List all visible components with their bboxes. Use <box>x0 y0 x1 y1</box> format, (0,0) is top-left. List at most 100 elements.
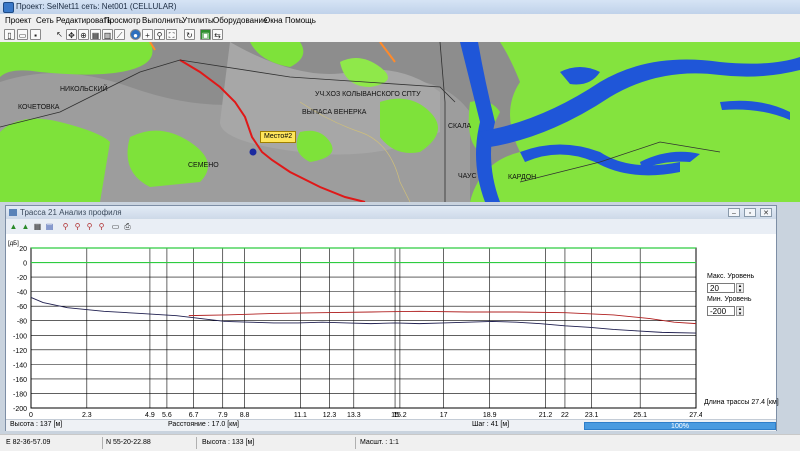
x-tick-label: 6.7 <box>189 412 199 419</box>
step-readout: Шаг : 41 [м] <box>472 421 510 428</box>
progress-bar: 100% <box>584 422 776 430</box>
close-button[interactable]: ✕ <box>760 208 772 217</box>
x-tick-label: 17 <box>440 412 448 419</box>
status-divider <box>102 437 103 449</box>
app-titlebar: Проект: SelNet11 сеть: Net001 (CELLULAR) <box>0 0 800 15</box>
fit-icon[interactable]: ⛶ <box>166 29 177 40</box>
terrain-fill-icon[interactable]: ▲ <box>20 221 31 232</box>
pan-icon[interactable]: ✥ <box>66 29 77 40</box>
max-level-input[interactable]: 20 <box>707 283 735 293</box>
site-callout[interactable]: Место#2 <box>260 131 297 143</box>
antenna-c-icon[interactable]: ⚲ <box>84 221 95 232</box>
map-label-semeno: СЕМЕНО <box>188 162 219 169</box>
x-tick-label: 22 <box>561 412 569 419</box>
y-tick-label: -20 <box>17 275 27 282</box>
x-tick-label: 5.6 <box>162 412 172 419</box>
antenna-b-icon[interactable]: ⚲ <box>72 221 83 232</box>
status-divider <box>355 437 356 449</box>
menu-run[interactable]: Выполнить <box>142 16 183 25</box>
y-tick-label: -140 <box>13 362 27 369</box>
map-label-nikolsky: НИКОЛЬСКИЙ <box>60 86 108 93</box>
measure-icon[interactable]: ⇆ <box>212 29 223 40</box>
window-icon <box>9 209 17 216</box>
y-tick-label: -180 <box>13 391 27 398</box>
x-tick-label: 8.8 <box>240 412 250 419</box>
profile-toolbar: ▲ ▲ ▦ ▤ ⚲ ⚲ ⚲ ⚲ ▭ ⎙ <box>6 220 776 234</box>
height-readout: Высота : 137 [м] <box>10 421 63 428</box>
status-divider <box>196 437 197 449</box>
max-level-spinner[interactable]: ▴ ▾ <box>736 283 744 294</box>
zoom-icon[interactable]: ⊕ <box>78 29 89 40</box>
y-tick-label: -80 <box>17 319 27 326</box>
y-tick-label: -100 <box>13 333 27 340</box>
app-icon <box>3 2 14 13</box>
map-label-kardon: КАРДОН <box>508 174 537 181</box>
x-tick-label: 27.4 <box>689 412 702 419</box>
elevation-readout: Высота : 133 [м] <box>202 439 255 446</box>
menu-windows[interactable]: Окна <box>264 16 283 25</box>
menu-help[interactable]: Помощь <box>285 16 316 25</box>
profile-line-icon[interactable]: ⟋ <box>114 29 125 40</box>
antenna-icon[interactable]: ⚲ <box>154 29 165 40</box>
refresh-icon[interactable]: ↻ <box>184 29 195 40</box>
terrain-map[interactable]: НИКОЛЬСКИЙ КОЧЕТОВКА УЧ.ХОЗ КОЛЫВАНСКОГО… <box>0 42 800 202</box>
profile-window-title: Трасса 21 Анализ профиля <box>20 208 122 217</box>
x-tick-label: 4.9 <box>145 412 155 419</box>
map-canvas <box>0 42 800 202</box>
x-tick-label: 15.2 <box>393 412 407 419</box>
chart-icon[interactable]: ▤ <box>44 221 55 232</box>
max-level-label: Макс. Уровень <box>707 273 755 280</box>
menu-edit[interactable]: Редактировать <box>56 16 111 25</box>
copy-icon[interactable]: ▭ <box>110 221 121 232</box>
y-tick-label: -200 <box>13 406 27 413</box>
app-statusbar: E 82-36-57.09 N 55-20-22.88 Высота : 133… <box>0 434 800 451</box>
profile-chart: 200-20-40-60-80-100-120-140-160-180-2000… <box>8 241 702 419</box>
x-tick-label: 2.3 <box>82 412 92 419</box>
new-file-icon[interactable]: ▯ <box>4 29 15 40</box>
menu-project[interactable]: Проект <box>5 16 31 25</box>
scale-readout: Масшт. : 1:1 <box>360 439 399 446</box>
menu-equipment[interactable]: Оборудование <box>213 16 267 25</box>
y-tick-label: 20 <box>19 246 27 253</box>
layers-icon[interactable]: ▥ <box>102 29 113 40</box>
map-label-uchhoz: УЧ.ХОЗ КОЛЫВАНСКОГО СПТУ <box>315 91 421 98</box>
open-folder-icon[interactable]: ▭ <box>17 29 28 40</box>
globe-icon[interactable]: ● <box>130 29 141 40</box>
x-tick-label: 11.1 <box>294 412 307 419</box>
map-label-skala: СКАЛА <box>448 123 472 130</box>
y-tick-label: -60 <box>17 304 27 311</box>
route-length-label: Длина трассы 27.4 [км] <box>704 399 779 406</box>
map-label-vypasa: ВЫПАСА ВЕНЕРКА <box>302 109 367 116</box>
print-icon[interactable]: ⎙ <box>122 221 133 232</box>
x-tick-label: 18.9 <box>483 412 497 419</box>
map-tool-icon[interactable]: ▦ <box>90 29 101 40</box>
x-tick-label: 12.3 <box>323 412 337 419</box>
crosshair-icon[interactable]: + <box>142 29 153 40</box>
menu-view[interactable]: Просмотр <box>104 16 141 25</box>
x-tick-label: 13.3 <box>347 412 361 419</box>
menu-network[interactable]: Сеть <box>36 16 54 25</box>
longitude-readout: E 82-36-57.09 <box>6 439 51 446</box>
save-icon[interactable]: ▪ <box>30 29 41 40</box>
min-level-spinner[interactable]: ▴ ▾ <box>736 306 744 317</box>
y-tick-label: -160 <box>13 377 27 384</box>
profile-window-titlebar[interactable]: Трасса 21 Анализ профиля – ▫ ✕ <box>6 206 776 219</box>
table-icon[interactable]: ▦ <box>32 221 43 232</box>
min-level-input[interactable]: -200 <box>707 306 735 316</box>
pointer-icon[interactable]: ↖ <box>54 29 65 40</box>
calculator-icon[interactable]: ▣ <box>200 29 211 40</box>
profile-plot-area[interactable]: 20 0 -20 -40 -60 -80 -100 -120 -140 -160 -180 -200 0… <box>6 234 779 420</box>
y-tick-label: -120 <box>13 348 27 355</box>
antenna-a-icon[interactable]: ⚲ <box>60 221 71 232</box>
profile-statusbar: Высота : 137 [м] Расстояние : 17.0 [км] … <box>6 419 776 431</box>
maximize-button[interactable]: ▫ <box>744 208 756 217</box>
minimize-button[interactable]: – <box>728 208 740 217</box>
x-tick-label: 0 <box>29 412 33 419</box>
y-unit-label: [дБ] <box>8 241 19 247</box>
antenna-d-icon[interactable]: ⚲ <box>96 221 107 232</box>
distance-readout: Расстояние : 17.0 [км] <box>168 421 239 428</box>
menu-utilities[interactable]: Утилиты <box>182 16 214 25</box>
map-label-chaus: ЧАУС <box>458 173 477 180</box>
menubar: Проект Сеть Редактировать Просмотр Выпол… <box>0 14 800 28</box>
terrain-profile-icon[interactable]: ▲ <box>8 221 19 232</box>
